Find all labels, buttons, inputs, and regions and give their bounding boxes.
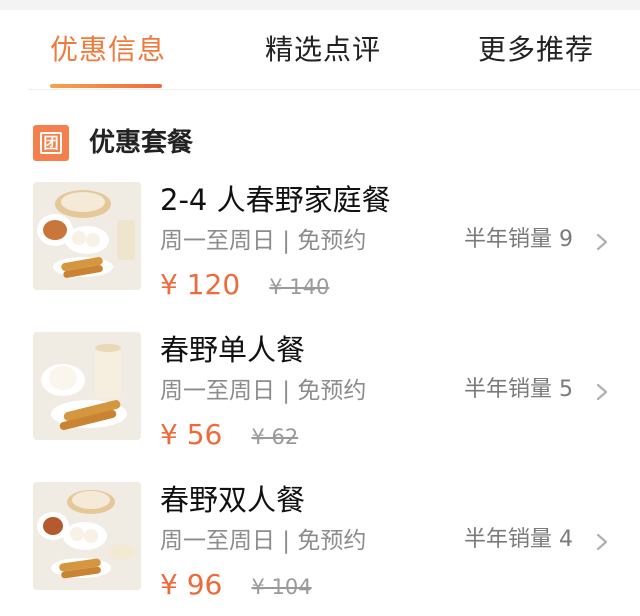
tab-bar: 优惠信息 精选点评 更多推荐 (0, 10, 640, 88)
deal-sales-count: 半年销量 9 (464, 227, 573, 252)
deal-image (33, 332, 141, 440)
tab-more-recommendations[interactable]: 更多推荐 (478, 30, 594, 70)
group-buy-icon: 团 (33, 125, 69, 161)
deal-item-family-meal[interactable]: 2-4 人春野家庭餐 周一至周日 | 免预约 ¥ 120 ¥ 140 半年销量 … (33, 178, 640, 308)
deal-sales-count: 半年销量 4 (464, 527, 573, 552)
price-row: ¥ 96 ¥ 104 (160, 564, 312, 606)
deal-image (33, 482, 141, 590)
deal-name: 春野双人餐 (160, 483, 306, 517)
deal-image (33, 182, 141, 290)
deal-availability: 周一至周日 | 免预约 (160, 528, 367, 554)
chevron-right-icon (596, 233, 608, 251)
deal-price: ¥ 120 (160, 268, 241, 301)
deal-price: ¥ 96 (160, 568, 223, 601)
chevron-right-icon (596, 533, 608, 551)
deal-original-price: ¥ 62 (251, 425, 299, 449)
deal-item-single-meal[interactable]: 春野单人餐 周一至周日 | 免预约 ¥ 56 ¥ 62 半年销量 5 (33, 328, 640, 458)
status-strip (0, 0, 640, 10)
deal-original-price: ¥ 104 (251, 575, 312, 599)
deal-name: 春野单人餐 (160, 333, 306, 367)
chevron-right-icon (596, 383, 608, 401)
deal-availability: 周一至周日 | 免预约 (160, 378, 367, 404)
deal-original-price: ¥ 140 (269, 275, 330, 299)
tab-divider (28, 89, 640, 90)
tab-discount-info[interactable]: 优惠信息 (50, 30, 166, 70)
group-buy-icon-char: 团 (40, 132, 62, 154)
price-row: ¥ 120 ¥ 140 (160, 264, 329, 306)
tab-selected-reviews[interactable]: 精选点评 (265, 30, 381, 70)
price-row: ¥ 56 ¥ 62 (160, 414, 298, 456)
deal-sales-count: 半年销量 5 (464, 377, 573, 402)
deal-name: 2-4 人春野家庭餐 (160, 183, 391, 217)
deal-availability: 周一至周日 | 免预约 (160, 228, 367, 254)
deal-item-double-meal[interactable]: 春野双人餐 周一至周日 | 免预约 ¥ 96 ¥ 104 半年销量 4 (33, 478, 640, 608)
deal-price: ¥ 56 (160, 418, 223, 451)
active-tab-indicator (50, 84, 162, 88)
section-title: 优惠套餐 (89, 128, 194, 158)
